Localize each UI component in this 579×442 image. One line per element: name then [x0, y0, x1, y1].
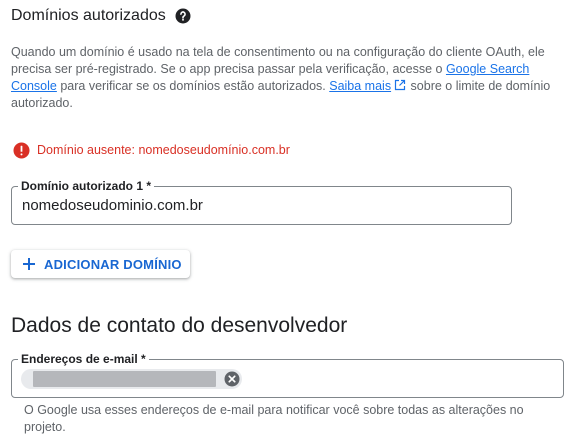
- authorized-domains-heading: Domínios autorizados: [11, 5, 191, 27]
- email-addresses-field[interactable]: Endereços de e-mail * redacted-email: [11, 352, 564, 398]
- error-message: Domínio ausente: nomedoseudomínio.com.br: [37, 143, 290, 157]
- authorized-domains-description: Quando um domínio é usado na tela de con…: [11, 44, 551, 112]
- add-domain-button[interactable]: ADICIONAR DOMÍNIO: [11, 250, 190, 278]
- email-addresses-label: Endereços de e-mail *: [18, 352, 149, 366]
- help-icon[interactable]: [175, 8, 191, 24]
- learn-more-link[interactable]: Saiba mais: [329, 79, 391, 93]
- error-icon: [13, 142, 30, 158]
- email-hint: O Google usa esses endereços de e-mail p…: [24, 403, 524, 434]
- authorized-domain-field[interactable]: Domínio autorizado 1 *: [11, 179, 512, 225]
- email-chip-text: redacted-email: [33, 371, 216, 387]
- plus-icon: [23, 258, 35, 270]
- add-domain-label: ADICIONAR DOMÍNIO: [44, 256, 182, 272]
- remove-chip-icon[interactable]: [224, 371, 240, 387]
- external-link-icon[interactable]: [394, 79, 406, 91]
- authorized-domain-label: Domínio autorizado 1 *: [18, 179, 155, 193]
- authorized-domain-input[interactable]: [22, 197, 492, 214]
- email-chip[interactable]: redacted-email: [21, 369, 242, 389]
- description-text: para verificar se os domínios estão auto…: [56, 79, 330, 93]
- developer-contact-heading: Dados de contato do desenvolvedor: [11, 314, 348, 337]
- domain-error: Domínio ausente: nomedoseudomínio.com.br: [13, 140, 290, 160]
- authorized-domains-title: Domínios autorizados: [11, 7, 166, 24]
